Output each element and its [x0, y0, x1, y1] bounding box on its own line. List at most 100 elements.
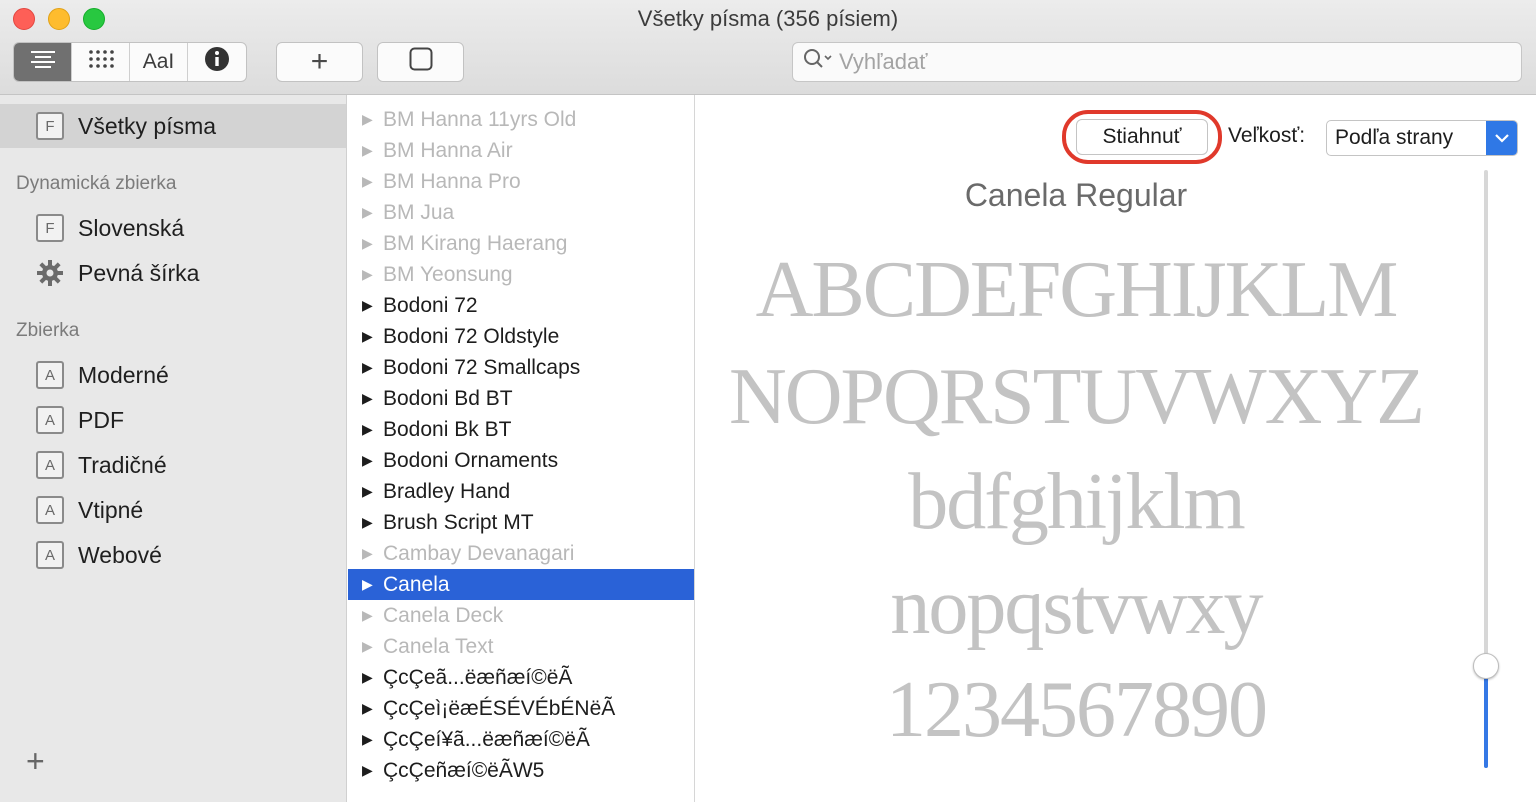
font-family-name: BM Hanna Pro	[383, 169, 521, 193]
gear-icon	[36, 259, 64, 287]
sidebar-item-moderne[interactable]: A Moderné	[0, 353, 346, 397]
sample-line-uppercase-1: ABCDEFGHIJKLM	[755, 246, 1399, 334]
disclosure-triangle-icon[interactable]: ▶	[362, 173, 383, 190]
sidebar-item-label: Slovenská	[78, 214, 185, 241]
font-icon: F	[36, 214, 64, 242]
sidebar-item-pdf[interactable]: A PDF	[0, 398, 346, 442]
disclosure-triangle-icon[interactable]: ▶	[362, 576, 383, 593]
font-list-item[interactable]: ▶ Bradley Hand	[348, 476, 694, 507]
font-family-name: Brush Script MT	[383, 510, 534, 534]
font-list-item-selected[interactable]: ▶ Canela	[348, 569, 694, 600]
sidebar-item-label: Všetky písma	[78, 112, 217, 139]
sidebar-header-dynamic: Dynamická zbierka	[16, 173, 177, 194]
disclosure-triangle-icon[interactable]: ▶	[362, 638, 383, 655]
font-list-item[interactable]: ▶ Bodoni Ornaments	[348, 445, 694, 476]
font-family-name: ÇcÇeí¥ã...ëæñæí©ëÃ	[383, 727, 590, 751]
size-select[interactable]: Podľa strany	[1326, 120, 1518, 156]
view-mode-segmented-control: AaI	[13, 42, 247, 82]
font-list-item[interactable]: ▶ BM Hanna 11yrs Old	[348, 104, 694, 135]
sidebar-item-label: PDF	[78, 406, 124, 433]
grid-view-button[interactable]	[72, 43, 130, 81]
font-list-item[interactable]: ▶ Cambay Devanagari	[348, 538, 694, 569]
disclosure-triangle-icon[interactable]: ▶	[362, 142, 383, 159]
sample-line-digits: 1234567890	[886, 666, 1268, 754]
info-view-button[interactable]	[188, 43, 246, 81]
sidebar-item-vtipne[interactable]: A Vtipné	[0, 488, 346, 532]
sidebar-item-label: Webové	[78, 541, 162, 568]
sample-text-view-button[interactable]: AaI	[130, 43, 188, 81]
font-list-item[interactable]: ▶ ÇcÇeì¡ëæÉSÉVÉbÉNëÃ	[348, 693, 694, 724]
font-list-item[interactable]: ▶ BM Yeonsung	[348, 259, 694, 290]
sidebar-item-pevna-sirka[interactable]: Pevná šírka	[0, 251, 346, 295]
disclosure-triangle-icon[interactable]: ▶	[362, 266, 383, 283]
search-input[interactable]	[839, 49, 1479, 75]
sidebar-item-webove[interactable]: A Webové	[0, 533, 346, 577]
disclosure-triangle-icon[interactable]: ▶	[362, 483, 383, 500]
font-list-item[interactable]: ▶ ÇcÇeñæí©ëÃW5	[348, 755, 694, 786]
disclosure-triangle-icon[interactable]: ▶	[362, 514, 383, 531]
font-list-item[interactable]: ▶ Canela Text	[348, 631, 694, 662]
font-list-item[interactable]: ▶ ÇcÇeí¥ã...ëæñæí©ëÃ	[348, 724, 694, 755]
sample-line-lowercase-1: bdfghijklm	[908, 458, 1246, 546]
font-family-name: Bodoni Ornaments	[383, 448, 559, 472]
search-icon	[803, 48, 839, 76]
size-slider-knob[interactable]	[1473, 653, 1499, 680]
font-list-item[interactable]: ▶ Bodoni Bd BT	[348, 383, 694, 414]
download-button[interactable]: Stiahnuť	[1076, 119, 1208, 155]
disclosure-triangle-icon[interactable]: ▶	[362, 731, 383, 748]
size-slider-fill	[1484, 666, 1488, 768]
font-list-item[interactable]: ▶ Bodoni 72	[348, 290, 694, 321]
sidebar-item-all-fonts[interactable]: F Všetky písma	[0, 104, 346, 148]
font-list-item[interactable]: ▶ BM Kirang Haerang	[348, 228, 694, 259]
font-list-item[interactable]: ▶ BM Jua	[348, 197, 694, 228]
disclosure-triangle-icon[interactable]: ▶	[362, 297, 383, 314]
disclosure-triangle-icon[interactable]: ▶	[362, 111, 383, 128]
disclosure-triangle-icon[interactable]: ▶	[362, 421, 383, 438]
font-list-item[interactable]: ▶ ÇcÇeã...ëæñæí©ëÃ	[348, 662, 694, 693]
chevron-down-icon	[1486, 121, 1517, 155]
font-list-item[interactable]: ▶ Bodoni 72 Smallcaps	[348, 352, 694, 383]
disclosure-triangle-icon[interactable]: ▶	[362, 328, 383, 345]
sidebar-item-label: Pevná šírka	[78, 259, 200, 286]
disclosure-triangle-icon[interactable]: ▶	[362, 235, 383, 252]
font-list-item[interactable]: ▶ BM Hanna Pro	[348, 166, 694, 197]
add-font-button[interactable]: +	[276, 42, 363, 82]
font-family-name: BM Jua	[383, 200, 455, 224]
disclosure-triangle-icon[interactable]: ▶	[362, 669, 383, 686]
disclosure-triangle-icon[interactable]: ▶	[362, 204, 383, 221]
sidebar-item-slovenska[interactable]: F Slovenská	[0, 206, 346, 250]
disclosure-triangle-icon[interactable]: ▶	[362, 545, 383, 562]
disclosure-triangle-icon[interactable]: ▶	[362, 700, 383, 717]
disclosure-triangle-icon[interactable]: ▶	[362, 359, 383, 376]
list-view-button[interactable]	[14, 43, 72, 81]
disclosure-triangle-icon[interactable]: ▶	[362, 390, 383, 407]
sidebar-item-label: Vtipné	[78, 496, 144, 523]
add-collection-button[interactable]: +	[26, 743, 45, 780]
font-family-name: Cambay Devanagari	[383, 541, 575, 565]
font-family-name: Bodoni Bd BT	[383, 386, 513, 410]
disclosure-triangle-icon[interactable]: ▶	[362, 762, 383, 779]
font-family-name: Canela Text	[383, 634, 494, 658]
sample-line-uppercase-2: NOPQRSTUVWXYZ	[729, 353, 1425, 441]
font-family-name: Bodoni 72	[383, 293, 478, 317]
font-list-item[interactable]: ▶ Canela Deck	[348, 600, 694, 631]
font-family-name: BM Yeonsung	[383, 262, 513, 286]
font-list-item[interactable]: ▶ Brush Script MT	[348, 507, 694, 538]
font-family-name: ÇcÇeì¡ëæÉSÉVÉbÉNëÃ	[383, 696, 616, 720]
sample-line-lowercase-2: nopqstvwxy	[890, 563, 1263, 651]
font-family-name: BM Kirang Haerang	[383, 231, 568, 255]
font-list-item[interactable]: ▶ Bodoni 72 Oldstyle	[348, 321, 694, 352]
disclosure-triangle-icon[interactable]: ▶	[362, 607, 383, 624]
font-family-name: Canela Deck	[383, 603, 504, 627]
grid-icon	[88, 49, 114, 75]
font-list-item[interactable]: ▶ Bodoni Bk BT	[348, 414, 694, 445]
new-collection-button[interactable]	[377, 42, 464, 82]
sample-text-icon: AaI	[142, 50, 175, 73]
search-field[interactable]	[792, 42, 1522, 82]
sidebar-item-tradicne[interactable]: A Tradičné	[0, 443, 346, 487]
info-icon	[204, 46, 230, 78]
disclosure-triangle-icon[interactable]: ▶	[362, 452, 383, 469]
font-list-item[interactable]: ▶ BM Hanna Air	[348, 135, 694, 166]
font-family-name: BM Hanna Air	[383, 138, 513, 162]
font-family-name: Bodoni 72 Smallcaps	[383, 355, 581, 379]
